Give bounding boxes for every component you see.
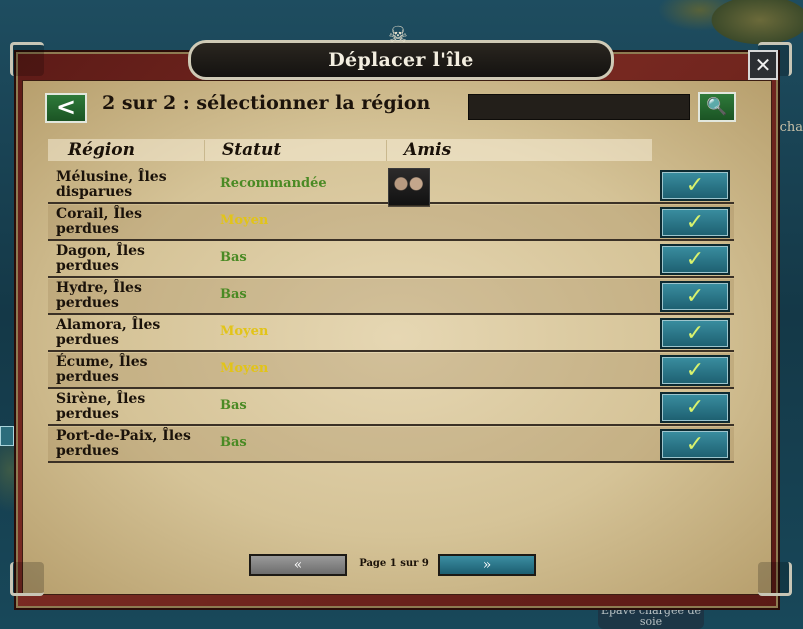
region-status: Bas (220, 287, 247, 302)
friend-avatar[interactable] (388, 168, 430, 207)
next-page-button[interactable]: » (438, 554, 536, 576)
table-row: Sirène, Îles perdues Bas ✓ (48, 390, 734, 426)
region-name: Sirène, Îles perdues (56, 391, 146, 422)
map-side-text: cha (779, 120, 803, 135)
region-name: Dagon, Îles perdues (56, 243, 145, 274)
step-title: 2 sur 2 : sélectionner la région (102, 92, 431, 114)
region-status: Moyen (220, 324, 269, 339)
dialog-title: Déplacer l'île (328, 49, 474, 71)
select-region-button[interactable]: ✓ (660, 318, 730, 349)
region-status: Bas (220, 250, 247, 265)
region-status: Recommandée (220, 176, 327, 191)
back-arrow-icon: < (55, 92, 77, 121)
region-name: Hydre, Îles perdues (56, 280, 142, 311)
select-region-button[interactable]: ✓ (660, 355, 730, 386)
table-header (48, 139, 652, 161)
frame-corner-ornament (10, 42, 44, 76)
column-divider (204, 140, 205, 161)
column-header-status[interactable]: Statut (222, 140, 281, 160)
previous-page-button[interactable]: « (249, 554, 347, 576)
map-side-button[interactable] (0, 426, 14, 446)
frame-corner-ornament (10, 562, 44, 596)
region-name: Mélusine, Îles disparues (56, 169, 167, 200)
frame-corner-ornament (758, 562, 792, 596)
select-region-button[interactable]: ✓ (660, 392, 730, 423)
select-region-button[interactable]: ✓ (660, 281, 730, 312)
table-row: Corail, Îles perdues Moyen ✓ (48, 205, 734, 241)
select-region-button[interactable]: ✓ (660, 244, 730, 275)
region-status: Bas (220, 398, 247, 413)
table-row: Port-de-Paix, Îles perdues Bas ✓ (48, 427, 734, 463)
table-row: Écume, Îles perdues Moyen ✓ (48, 353, 734, 389)
table-row: Dagon, Îles perdues Bas ✓ (48, 242, 734, 278)
column-divider (386, 140, 387, 161)
region-name: Écume, Îles perdues (56, 354, 148, 385)
select-region-button[interactable]: ✓ (660, 207, 730, 238)
table-row: Mélusine, Îles disparues Recommandée ✓ (48, 168, 734, 207)
search-icon: 🔍 (706, 97, 728, 117)
region-status: Moyen (220, 213, 269, 228)
select-region-button[interactable]: ✓ (660, 429, 730, 460)
search-button[interactable]: 🔍 (698, 92, 736, 122)
back-button[interactable]: < (45, 93, 87, 123)
select-region-button[interactable]: ✓ (660, 170, 730, 201)
region-name: Alamora, Îles perdues (56, 317, 161, 348)
region-name: Corail, Îles perdues (56, 206, 142, 237)
column-header-friends[interactable]: Amis (404, 140, 451, 160)
table-row: Hydre, Îles perdues Bas ✓ (48, 279, 734, 315)
region-name: Port-de-Paix, Îles perdues (56, 428, 191, 459)
table-row: Alamora, Îles perdues Moyen ✓ (48, 316, 734, 352)
search-input[interactable] (468, 94, 690, 120)
region-status: Bas (220, 435, 247, 450)
close-button[interactable]: ✕ (748, 50, 778, 80)
region-status: Moyen (220, 361, 269, 376)
skull-icon: ☠ (388, 22, 408, 48)
page-indicator: Page 1 sur 9 (359, 558, 429, 569)
column-header-region[interactable]: Région (68, 140, 135, 160)
